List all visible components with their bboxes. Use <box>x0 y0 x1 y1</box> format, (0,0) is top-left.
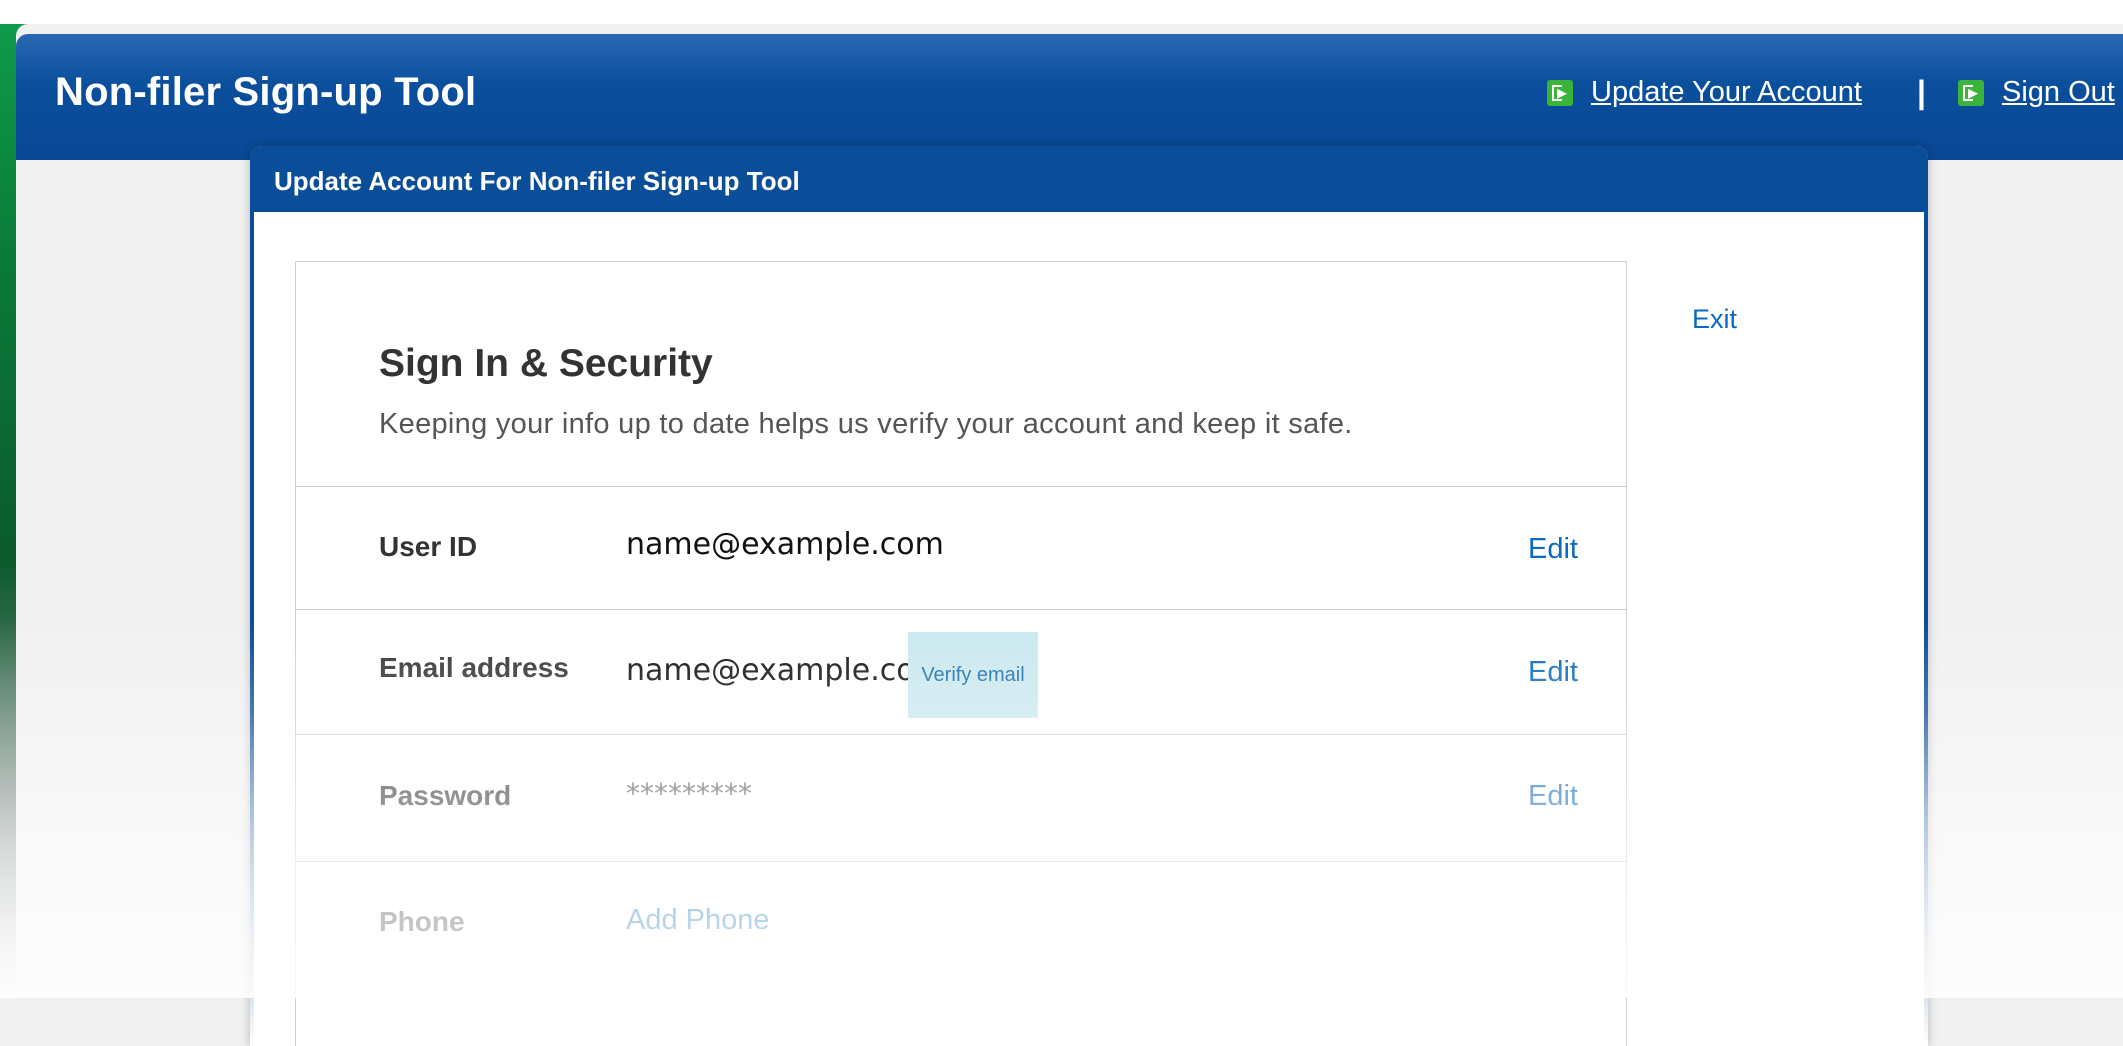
password-value: ********* <box>626 777 752 810</box>
user-id-label: User ID <box>379 531 478 562</box>
password-edit-link[interactable]: Edit <box>1528 780 1578 813</box>
email-edit-link[interactable]: Edit <box>1528 656 1578 689</box>
password-label: Password <box>379 780 512 811</box>
email-label: Email address <box>379 652 569 683</box>
exit-icon <box>1547 79 1573 106</box>
add-phone-link[interactable]: Add Phone <box>626 904 770 937</box>
exit-icon <box>1958 79 1984 106</box>
section-title: Sign In & Security <box>379 342 713 385</box>
verify-email-button[interactable]: Verify email <box>908 632 1038 718</box>
app-title: Non-filer Sign-up Tool <box>55 70 477 114</box>
panel-title: Update Account For Non-filer Sign-up Too… <box>274 166 800 196</box>
panel-border-left <box>250 212 254 1046</box>
user-id-value: name@example.com <box>626 527 944 562</box>
panel-header: Update Account For Non-filer Sign-up Too… <box>250 146 1928 212</box>
user-id-row: User ID name@example.com Edit <box>296 486 1626 609</box>
update-account-link[interactable]: Update Your Account <box>1547 76 1862 109</box>
sign-out-link[interactable]: Sign Out <box>1958 76 2115 109</box>
sign-out-label: Sign Out <box>2002 76 2115 108</box>
email-value: name@example.com <box>626 653 944 688</box>
phone-row: Phone Add Phone <box>296 861 1626 1002</box>
panel-border-right <box>1924 212 1928 1046</box>
app-header: Non-filer Sign-up Tool Update Your Accou… <box>16 34 2123 160</box>
email-row: Email address name@example.com Verify em… <box>296 609 1626 734</box>
user-id-edit-link[interactable]: Edit <box>1528 533 1578 566</box>
update-account-panel: Update Account For Non-filer Sign-up Too… <box>250 146 1928 1046</box>
sign-in-security-card: Sign In & Security Keeping your info up … <box>295 261 1627 1046</box>
header-separator: | <box>1917 74 1926 110</box>
section-subtitle: Keeping your info up to date helps us ve… <box>379 408 1353 440</box>
phone-label: Phone <box>379 906 465 937</box>
exit-link[interactable]: Exit <box>1692 304 1737 335</box>
password-row: Password ********* Edit <box>296 734 1626 861</box>
update-account-label: Update Your Account <box>1591 76 1862 108</box>
